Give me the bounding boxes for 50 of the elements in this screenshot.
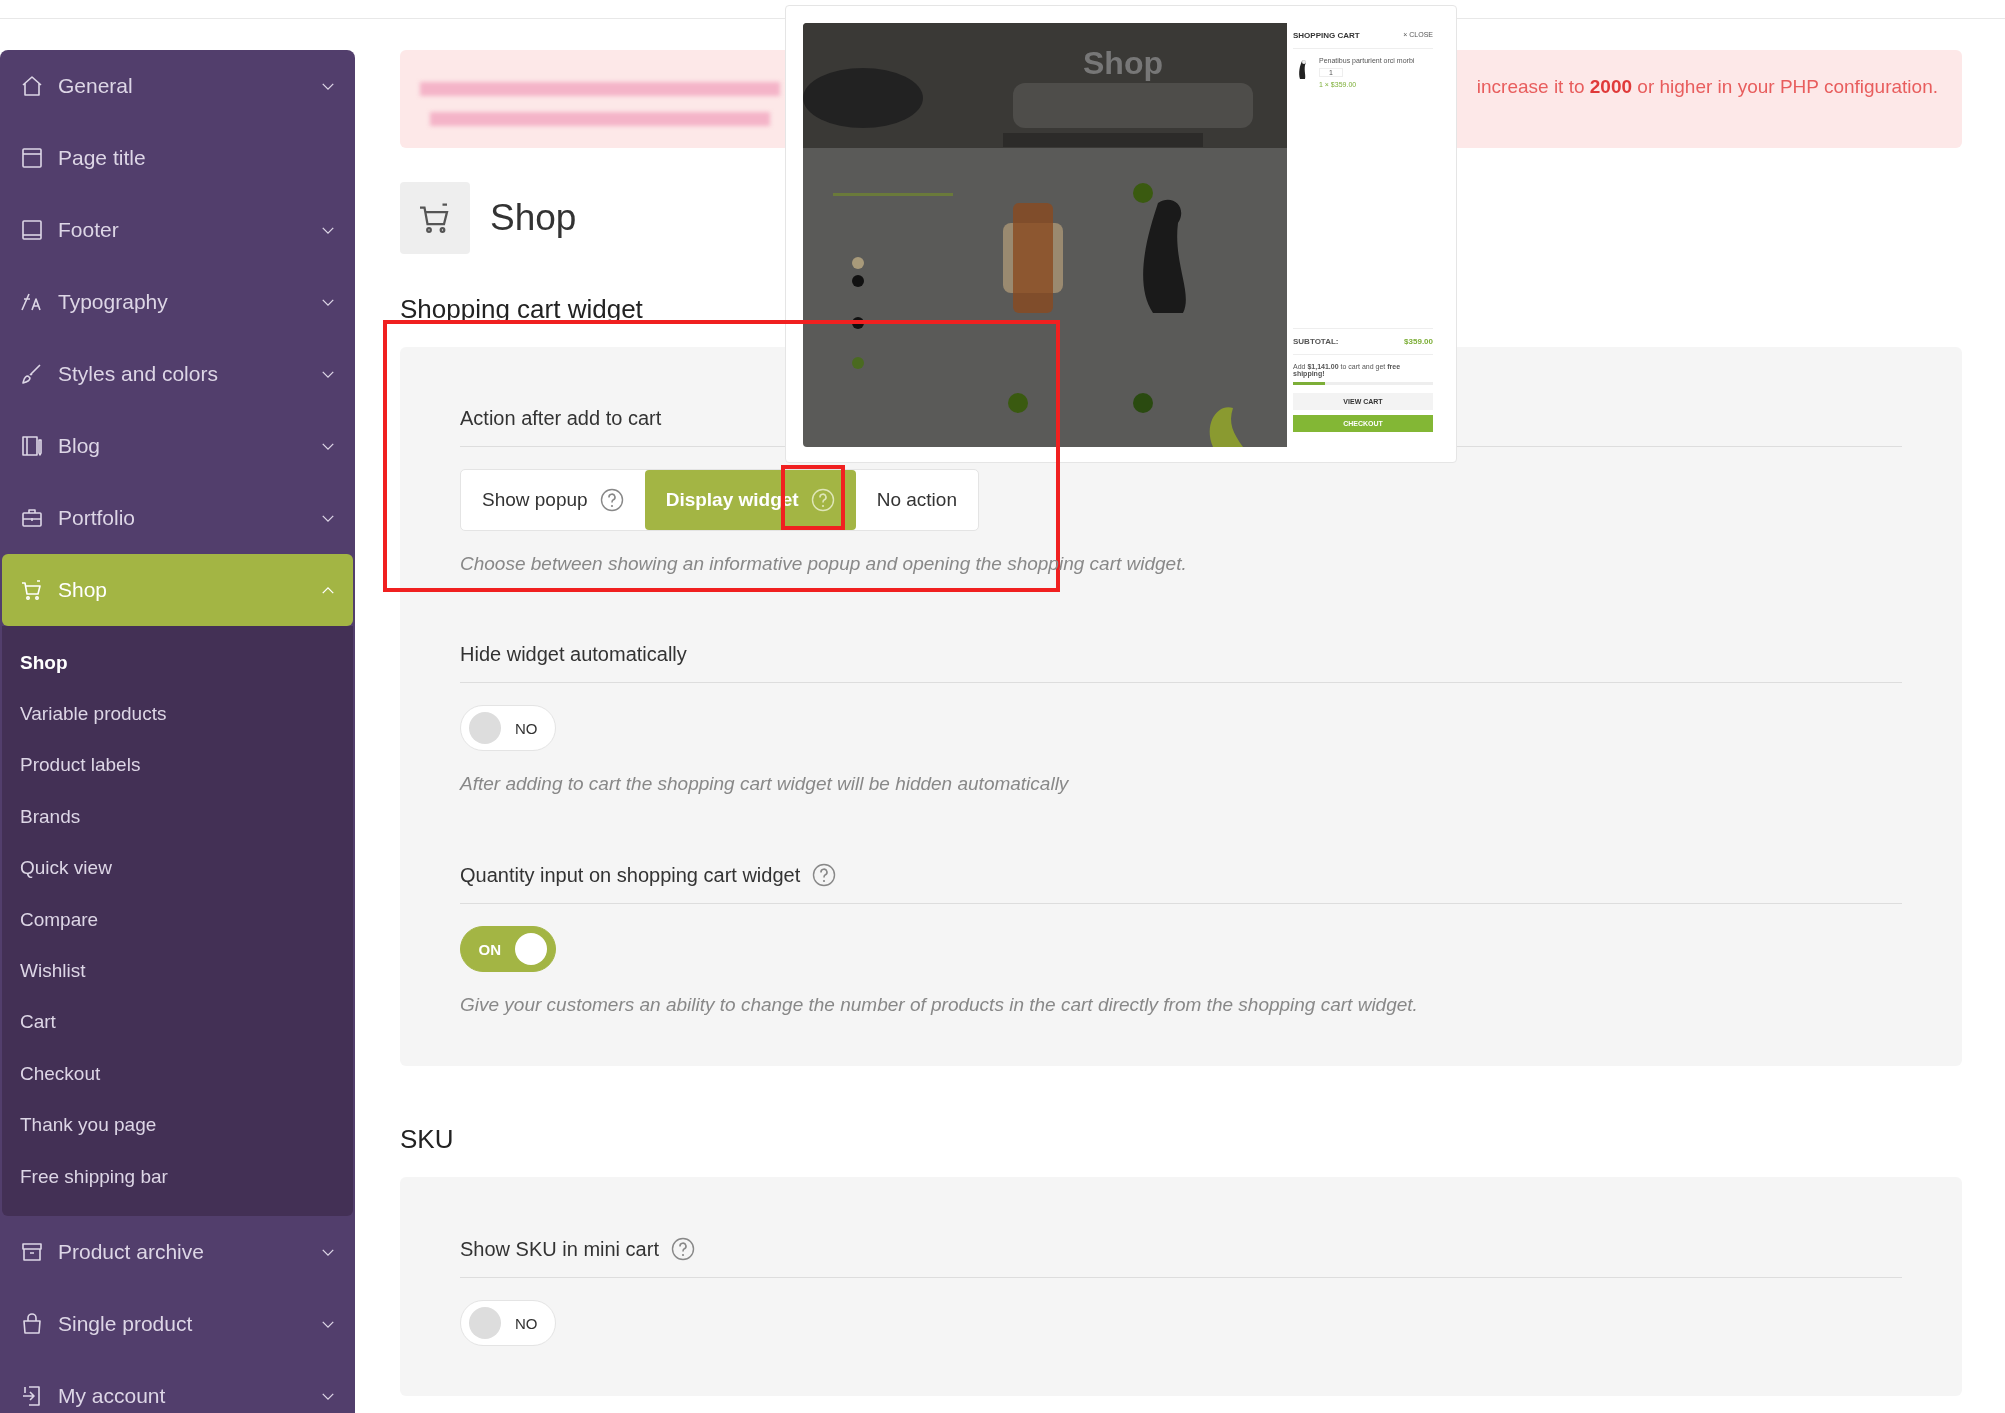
notebook-icon bbox=[20, 434, 44, 458]
submenu-item[interactable]: Compare bbox=[2, 893, 353, 946]
briefcase-icon bbox=[20, 506, 44, 530]
sidebar-item[interactable]: Typography bbox=[0, 266, 355, 338]
segment-button[interactable]: Show popup bbox=[461, 470, 645, 530]
brush-icon bbox=[20, 362, 44, 386]
section-heading: SKU bbox=[400, 1124, 455, 1155]
toggle-switch[interactable]: NO bbox=[460, 1300, 556, 1346]
banner-title: Shop bbox=[1083, 45, 1163, 82]
subtotal-label: SUBTOTAL: bbox=[1293, 337, 1339, 346]
segment-button[interactable]: No action bbox=[855, 470, 978, 530]
option-label: Show SKU in mini cart bbox=[460, 1237, 659, 1261]
option-description: Give your customers an ability to change the number of products in the cart directly from the shopping cart widget. bbox=[460, 994, 1419, 1016]
submenu-item[interactable]: Brands bbox=[2, 791, 353, 843]
option-label: Quantity input on shopping cart widget bbox=[460, 863, 801, 887]
sidebar-item[interactable]: Page title bbox=[0, 122, 355, 194]
help-icon[interactable] bbox=[670, 1237, 695, 1261]
option-description: After adding to cart the shopping cart widget will be hidden automatically bbox=[460, 773, 1070, 795]
sidebar-item[interactable]: My account bbox=[0, 1360, 355, 1413]
section-heading: Shopping cart widget bbox=[400, 294, 644, 325]
option-label: Hide widget automatically bbox=[460, 643, 687, 666]
submenu-item[interactable]: Free shipping bar bbox=[2, 1150, 353, 1203]
submenu-item[interactable]: Shop bbox=[2, 637, 353, 689]
help-icon[interactable] bbox=[812, 863, 837, 887]
submenu-item[interactable]: Quick view bbox=[2, 842, 353, 894]
submenu-item[interactable]: Product labels bbox=[2, 739, 353, 792]
cart-icon bbox=[20, 578, 44, 602]
page-title: Shop bbox=[490, 197, 577, 239]
window-icon bbox=[20, 146, 44, 170]
sidebar-item[interactable]: Styles and colors bbox=[0, 338, 355, 410]
sidebar-item[interactable]: Product archive bbox=[0, 1216, 355, 1289]
sidebar-item[interactable]: Portfolio bbox=[0, 482, 355, 554]
submenu-item[interactable]: Variable products bbox=[2, 688, 353, 740]
option-label: Action after add to cart bbox=[460, 407, 662, 430]
notice-text: increase it to 2000 or higher in your PHP configuration. bbox=[1476, 76, 1938, 98]
sidebar-item[interactable]: Single product bbox=[0, 1288, 355, 1361]
sidebar-item[interactable]: General bbox=[0, 50, 355, 122]
help-icon[interactable] bbox=[599, 488, 624, 512]
panel-icon bbox=[20, 218, 44, 242]
submenu-item[interactable]: Cart bbox=[2, 996, 353, 1049]
submenu-item[interactable]: Thank you page bbox=[2, 1099, 353, 1151]
bag-icon bbox=[20, 1312, 44, 1337]
sidebar-item[interactable]: Footer bbox=[0, 194, 355, 266]
subtotal-value: $359.00 bbox=[1404, 337, 1433, 346]
sidebar-item[interactable]: Blog bbox=[0, 410, 355, 482]
toggle-switch[interactable]: NO bbox=[460, 705, 556, 751]
cart-title: SHOPPING CART bbox=[1293, 31, 1360, 40]
submenu-item[interactable]: Wishlist bbox=[2, 945, 353, 997]
home-icon bbox=[20, 74, 44, 98]
submenu-item[interactable]: Checkout bbox=[2, 1048, 353, 1100]
